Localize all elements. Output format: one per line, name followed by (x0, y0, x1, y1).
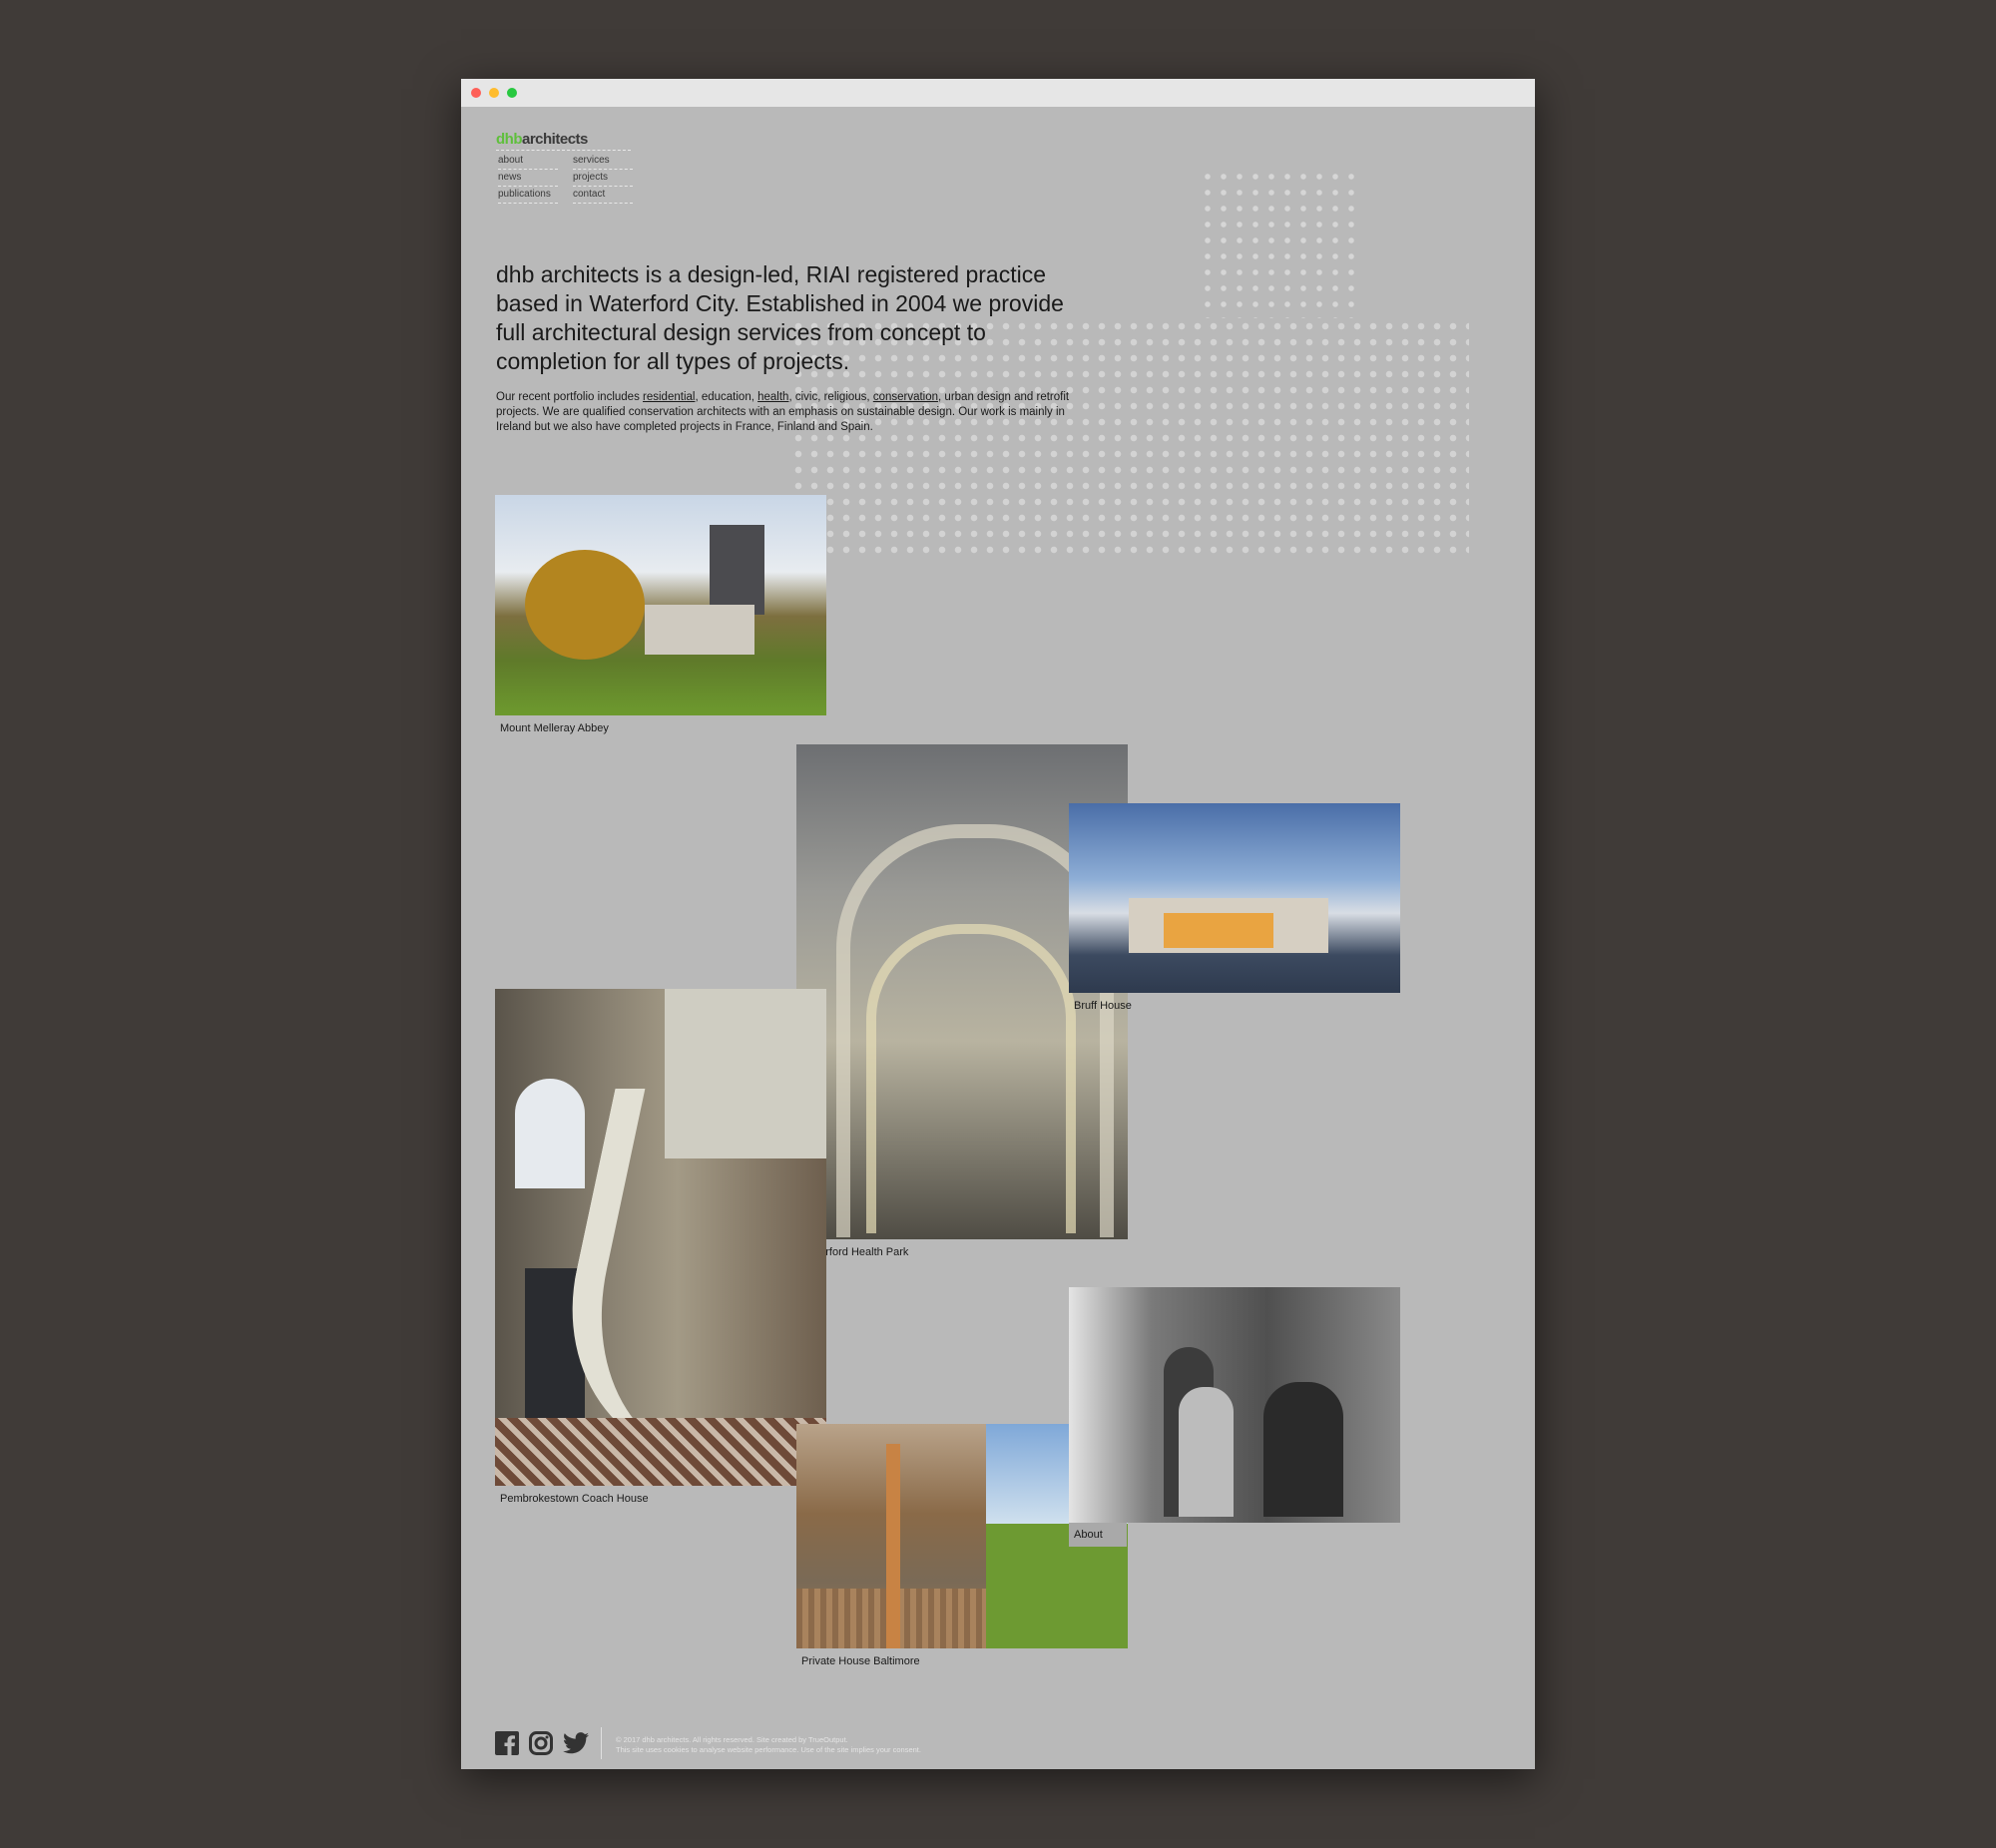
project-caption[interactable]: Private House Baltimore (801, 1655, 920, 1667)
project-caption[interactable]: Pembrokestown Coach House (500, 1493, 649, 1505)
footer-divider (601, 1727, 602, 1759)
nav-news[interactable]: news (498, 172, 558, 187)
nav-about[interactable]: about (498, 155, 558, 170)
project-image-bruff-house[interactable] (1069, 803, 1400, 993)
intro-headline: dhb architects is a design-led, RIAI reg… (496, 261, 1064, 374)
logo[interactable]: dhbarchitects (496, 131, 588, 148)
twitter-icon[interactable] (563, 1731, 589, 1755)
project-caption[interactable]: Mount Melleray Abbey (500, 722, 609, 734)
project-caption[interactable]: Bruff House (1074, 1000, 1132, 1012)
nav-publications[interactable]: publications (498, 189, 558, 204)
footer-text: © 2017 dhb architects. All rights reserv… (616, 1735, 921, 1755)
title-bar (461, 79, 1535, 107)
maximize-button[interactable] (507, 88, 517, 98)
instagram-icon[interactable] (529, 1731, 553, 1755)
nav-services[interactable]: services (573, 155, 633, 170)
project-caption[interactable]: About (1069, 1523, 1127, 1547)
link-conservation[interactable]: conservation (873, 391, 938, 403)
browser-window: dhbarchitects about news publications se… (461, 79, 1535, 1769)
link-health[interactable]: health (757, 391, 788, 403)
facebook-icon[interactable] (495, 1731, 519, 1755)
minimize-button[interactable] (489, 88, 499, 98)
project-image-about[interactable] (1069, 1287, 1400, 1523)
project-image-mount-melleray[interactable] (495, 495, 826, 715)
copyright-text: © 2017 dhb architects. All rights reserv… (616, 1735, 848, 1744)
divider (496, 150, 631, 151)
dot-pattern-decoration (1200, 169, 1359, 318)
nav-projects[interactable]: projects (573, 172, 633, 187)
nav-contact[interactable]: contact (573, 189, 633, 204)
cookie-notice: This site uses cookies to analyse websit… (616, 1745, 921, 1754)
link-residential[interactable]: residential (643, 391, 695, 403)
close-button[interactable] (471, 88, 481, 98)
intro-paragraph: Our recent portfolio includes residentia… (496, 391, 1070, 433)
project-image-pembrokestown-coach-house[interactable] (495, 989, 826, 1486)
